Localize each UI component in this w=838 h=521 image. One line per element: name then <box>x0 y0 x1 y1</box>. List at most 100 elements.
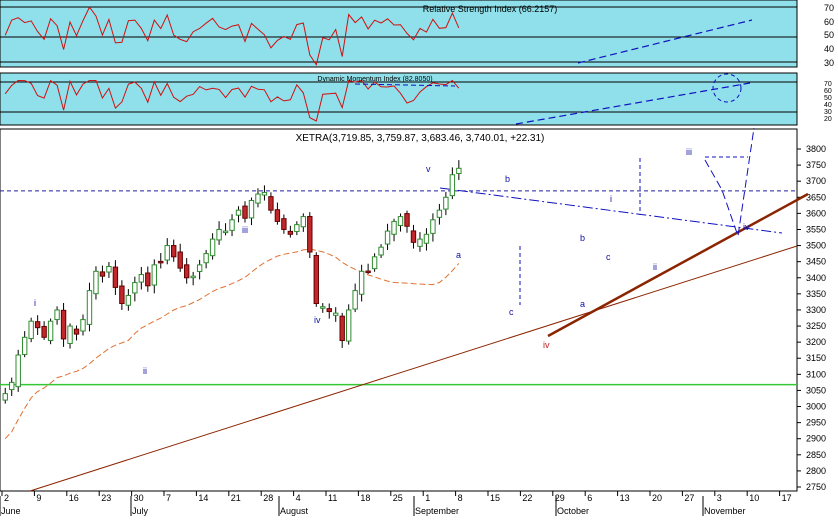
month-label: August <box>280 506 309 516</box>
candle-body-down <box>145 272 151 287</box>
candle-body-down <box>339 315 345 342</box>
rsi-tick-label: 50 <box>824 30 834 40</box>
candle-body-down <box>268 196 274 211</box>
x-tick-label: 21 <box>231 493 241 503</box>
candle-body-up <box>333 312 339 316</box>
x-tick-label: 7 <box>166 493 171 503</box>
candle-body-up <box>235 209 242 216</box>
y-tick-label: 3550 <box>806 224 826 234</box>
wave-label: ii <box>143 366 147 376</box>
wave-label: i <box>34 298 36 308</box>
rsi-title: Relative Strength Index (66.2157) <box>423 4 558 14</box>
y-tick-label: 3500 <box>806 241 826 251</box>
rsi-tick-label: 40 <box>824 44 834 54</box>
x-tick-label: 30 <box>134 493 144 503</box>
x-tick-label: 10 <box>749 493 759 503</box>
x-tick-label: 3 <box>717 493 722 503</box>
candle-body-down <box>365 270 371 274</box>
candle-body-up <box>28 320 34 340</box>
candle-body-up <box>229 219 235 231</box>
candle-body-up <box>430 219 436 234</box>
dmi-title: Dynamic Momentum Index (82.8050) <box>317 76 432 83</box>
candle-body-up <box>222 230 229 234</box>
candle-body-up <box>190 275 196 279</box>
dmi-tick-label: 70 <box>824 81 832 88</box>
x-tick-label: 13 <box>620 493 630 503</box>
candle <box>345 304 352 345</box>
x-tick-label: 18 <box>360 493 370 503</box>
candle-body-down <box>99 271 106 277</box>
y-tick-label: 3650 <box>806 192 826 202</box>
candle-body-up <box>294 224 300 232</box>
y-tick-label: 3250 <box>806 321 826 331</box>
wave-label: v <box>426 164 431 174</box>
price-panel: XETRA(3,719.85, 3,759.87, 3,683.46, 3,74… <box>0 127 826 503</box>
candle-body-up <box>196 264 203 272</box>
x-tick-label: 22 <box>522 493 532 503</box>
wave-label: iii <box>686 147 692 157</box>
wave-label: c <box>509 307 514 317</box>
candle-body-up <box>248 200 255 219</box>
candle-body-down <box>281 218 287 230</box>
candle-body-up <box>2 393 8 401</box>
y-tick-label: 3350 <box>806 289 826 299</box>
dmi-tick-label: 60 <box>824 88 832 95</box>
candle-body-down <box>177 251 183 269</box>
candle-body-down <box>326 308 332 313</box>
rsi-panel-background <box>0 0 798 68</box>
dmi-tick-label: 40 <box>824 102 832 109</box>
candle-body-up <box>209 238 216 257</box>
candle-body-up <box>345 309 352 342</box>
month-label: June <box>1 506 21 516</box>
y-tick-label: 3150 <box>806 353 826 363</box>
y-tick-label: 3800 <box>806 144 826 154</box>
candle-body-down <box>60 309 67 340</box>
candle-body-down <box>158 260 164 264</box>
month-axis: June July August September October November <box>0 496 746 516</box>
candle-body-up <box>86 290 93 325</box>
candle-body-down <box>404 213 410 227</box>
candle-body-down <box>287 230 294 235</box>
y-tick-label: 3700 <box>806 176 826 186</box>
candle <box>28 317 34 343</box>
month-label: September <box>415 506 459 516</box>
wave-label: b <box>505 174 510 184</box>
y-tick-label: 3050 <box>806 385 826 395</box>
candle-body-up <box>423 233 430 244</box>
x-tick-label: 14 <box>198 493 208 503</box>
candle-body-down <box>183 264 190 279</box>
candle-body-down <box>34 321 41 329</box>
y-tick-label: 3750 <box>806 160 826 170</box>
candle-body-down <box>307 215 313 253</box>
x-tick-label: 1 <box>425 493 430 503</box>
price-x-axis: 2 9 16 23 30 7 14 21 28 4 11 18 25 1 8 15 22 29 6 13 20 27 3 10… <box>1 491 792 503</box>
candle-body-up <box>106 265 112 273</box>
candle-body-up <box>443 196 449 210</box>
x-tick-label: 15 <box>490 493 500 503</box>
candle-body-down <box>410 230 417 243</box>
candle-body-up <box>261 191 268 196</box>
y-tick-label: 2850 <box>806 450 826 460</box>
candle-body-down <box>119 285 125 305</box>
candle-body-up <box>47 320 54 342</box>
candle-body-up <box>67 325 73 344</box>
candle-body-up <box>138 274 145 283</box>
y-tick-label: 3200 <box>806 337 826 347</box>
month-label: July <box>132 506 149 516</box>
candle-body-up <box>164 245 170 261</box>
month-label: November <box>704 506 746 516</box>
candle-body-up <box>54 309 60 321</box>
candle-body-up <box>384 230 391 245</box>
x-tick-label: 20 <box>652 493 662 503</box>
dmi-axis: 70 60 50 40 30 20 <box>824 81 832 123</box>
y-tick-label: 3600 <box>806 208 826 218</box>
x-tick-label: 16 <box>69 493 79 503</box>
candle-body-up <box>151 264 157 286</box>
candle-body-up <box>391 220 397 235</box>
candle-body-up <box>371 256 378 270</box>
candle-body-up <box>456 167 462 174</box>
candle-body-down <box>242 205 248 219</box>
candle-body-up <box>436 209 443 218</box>
candle-body-up <box>358 270 365 295</box>
x-tick-label: 11 <box>328 493 337 503</box>
